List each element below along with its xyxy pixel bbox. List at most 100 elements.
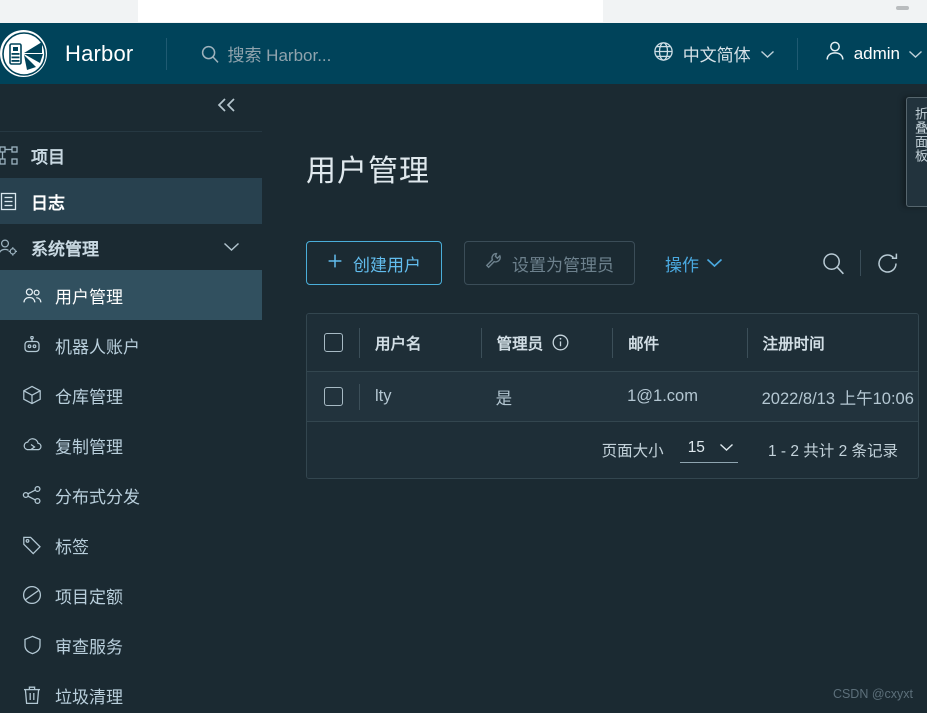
browser-chrome-strip xyxy=(0,0,927,23)
search-icon xyxy=(200,44,220,64)
robot-icon xyxy=(18,335,46,355)
sidebar-item-label: 项目定额 xyxy=(55,587,123,607)
sidebar-item-label: 系统管理 xyxy=(31,239,99,259)
sidebar-item-logs[interactable]: 日志 xyxy=(0,178,262,224)
global-search[interactable]: 搜索 Harbor... xyxy=(200,41,652,66)
cell-created: 2022/8/13 上午10:06 xyxy=(761,389,914,408)
top-navbar: Harbor 搜索 Harbor... 中文简体 admin xyxy=(0,23,927,84)
page-size-label: 页面大小 xyxy=(601,443,664,460)
users-icon xyxy=(18,286,46,305)
right-side-panel-tab[interactable]: 折叠面板 xyxy=(906,97,927,207)
checkbox-icon xyxy=(323,333,343,352)
table-row[interactable]: lty 是 1@1.com 2022/8/13 上午10:06 xyxy=(307,372,918,422)
column-header-admin[interactable]: 管理员 xyxy=(480,327,613,358)
sidebar-item-administration[interactable]: 系统管理 xyxy=(0,224,262,270)
table-pagination: 页面大小 15 1 - 2 共计 2 条记录 xyxy=(307,422,918,478)
sidebar-item-garbage-collection[interactable]: 垃圾清理 xyxy=(0,670,262,713)
actions-label: 操作 xyxy=(665,255,699,275)
sidebar-item-interrogation-services[interactable]: 审查服务 xyxy=(0,620,262,670)
box-icon xyxy=(18,385,46,405)
sidebar-item-project-quotas[interactable]: 项目定额 xyxy=(0,570,262,620)
share-icon xyxy=(18,485,46,505)
user-label: admin xyxy=(853,43,900,63)
cell-admin: 是 xyxy=(495,389,513,408)
sidebar-item-replications[interactable]: 复制管理 xyxy=(0,420,262,470)
sidebar-item-user-management[interactable]: 用户管理 xyxy=(0,270,262,320)
sidebar-item-labels[interactable]: 标签 xyxy=(0,520,262,570)
create-user-label: 创建用户 xyxy=(353,255,421,275)
sidebar-item-robot-accounts[interactable]: 机器人账户 xyxy=(0,320,262,370)
chevron-down-icon[interactable] xyxy=(223,237,240,257)
sidebar-item-registries[interactable]: 仓库管理 xyxy=(0,370,262,420)
shield-icon xyxy=(18,635,46,655)
chevron-down-icon xyxy=(908,44,923,64)
set-admin-label: 设置为管理员 xyxy=(512,255,614,275)
main-content: 用户管理 创建用户 设置为管理员 操作 用户名 管理员 邮件 注册时间 lty … xyxy=(262,84,927,713)
globe-icon xyxy=(653,41,674,67)
info-circle-icon[interactable] xyxy=(552,334,569,351)
sidebar-item-distributions[interactable]: 分布式分发 xyxy=(0,470,262,520)
cell-username: lty xyxy=(359,383,481,410)
language-selector[interactable]: 中文简体 xyxy=(653,41,797,67)
chevron-down-icon xyxy=(719,439,734,457)
sidebar-item-label: 项目 xyxy=(31,147,65,167)
toolbar: 创建用户 设置为管理员 操作 xyxy=(306,241,927,285)
user-icon xyxy=(824,40,846,67)
row-checkbox[interactable] xyxy=(307,387,359,406)
harbor-app: Harbor 搜索 Harbor... 中文简体 admin 项目 日志 系统管… xyxy=(0,0,927,713)
sidebar-item-label: 日志 xyxy=(31,193,65,213)
right-side-panel-label: 折叠面板 xyxy=(913,107,927,163)
cell-email: 1@1.com xyxy=(627,387,698,405)
table-header-row: 用户名 管理员 邮件 注册时间 xyxy=(307,314,918,372)
sidebar-item-label: 复制管理 xyxy=(55,437,123,457)
language-label: 中文简体 xyxy=(682,46,751,65)
browser-tab[interactable] xyxy=(138,0,603,22)
double-chevron-left-icon[interactable] xyxy=(214,96,240,119)
sidebar-item-label: 垃圾清理 xyxy=(55,687,123,707)
brand-name: Harbor xyxy=(65,40,134,66)
page-title: 用户管理 xyxy=(306,155,430,188)
page-size-value: 15 xyxy=(687,439,705,456)
column-header-admin-label: 管理员 xyxy=(496,335,544,353)
actions-dropdown[interactable]: 操作 xyxy=(665,251,723,276)
column-header-username[interactable]: 用户名 xyxy=(359,327,481,358)
sidebar-nav-list: 项目 日志 系统管理 用户管理 机器人账户 仓库管理 复制管理 分布式分发 标签… xyxy=(0,132,262,713)
select-all-checkbox[interactable] xyxy=(307,333,359,352)
wrench-icon xyxy=(485,252,502,274)
checkbox-icon xyxy=(323,387,343,406)
sidebar-header xyxy=(0,84,262,132)
logs-icon xyxy=(0,192,23,211)
page-size-select[interactable]: 15 xyxy=(679,437,738,463)
users-table: 用户名 管理员 邮件 注册时间 lty 是 1@1.com 2022/8/13 … xyxy=(306,313,919,479)
sidebar-item-label: 分布式分发 xyxy=(55,487,140,507)
sidebar-item-label: 机器人账户 xyxy=(55,337,140,357)
browser-menu-dot-icon[interactable] xyxy=(896,6,909,10)
toolbar-icon-group xyxy=(807,250,914,276)
harbor-logo-icon xyxy=(0,30,47,77)
tag-icon xyxy=(18,535,46,555)
pie-chart-icon xyxy=(18,585,46,605)
brand[interactable]: Harbor xyxy=(0,23,133,84)
pagination-range: 1 - 2 共计 2 条记录 xyxy=(767,443,898,460)
administration-icon xyxy=(0,238,23,257)
search-placeholder: 搜索 Harbor... xyxy=(227,46,332,65)
navbar-divider-1 xyxy=(166,37,168,70)
sidebar: 项目 日志 系统管理 用户管理 机器人账户 仓库管理 复制管理 分布式分发 标签… xyxy=(0,84,262,713)
sidebar-item-projects[interactable]: 项目 xyxy=(0,132,262,178)
create-user-button[interactable]: 创建用户 xyxy=(306,241,442,285)
sidebar-item-label: 仓库管理 xyxy=(55,387,123,407)
set-admin-button[interactable]: 设置为管理员 xyxy=(464,241,635,285)
plus-icon xyxy=(327,253,343,274)
replication-icon xyxy=(18,436,46,454)
refresh-icon[interactable] xyxy=(861,251,914,276)
watermark: CSDN @cxyxt xyxy=(832,687,913,701)
search-icon[interactable] xyxy=(807,251,860,276)
user-menu[interactable]: admin xyxy=(824,40,927,67)
projects-icon xyxy=(0,145,23,165)
column-header-created[interactable]: 注册时间 xyxy=(746,327,918,358)
chevron-down-icon xyxy=(760,44,775,64)
chevron-down-icon xyxy=(706,253,723,273)
column-header-email[interactable]: 邮件 xyxy=(612,327,747,358)
trash-icon xyxy=(18,685,46,705)
sidebar-item-label: 标签 xyxy=(55,537,89,557)
